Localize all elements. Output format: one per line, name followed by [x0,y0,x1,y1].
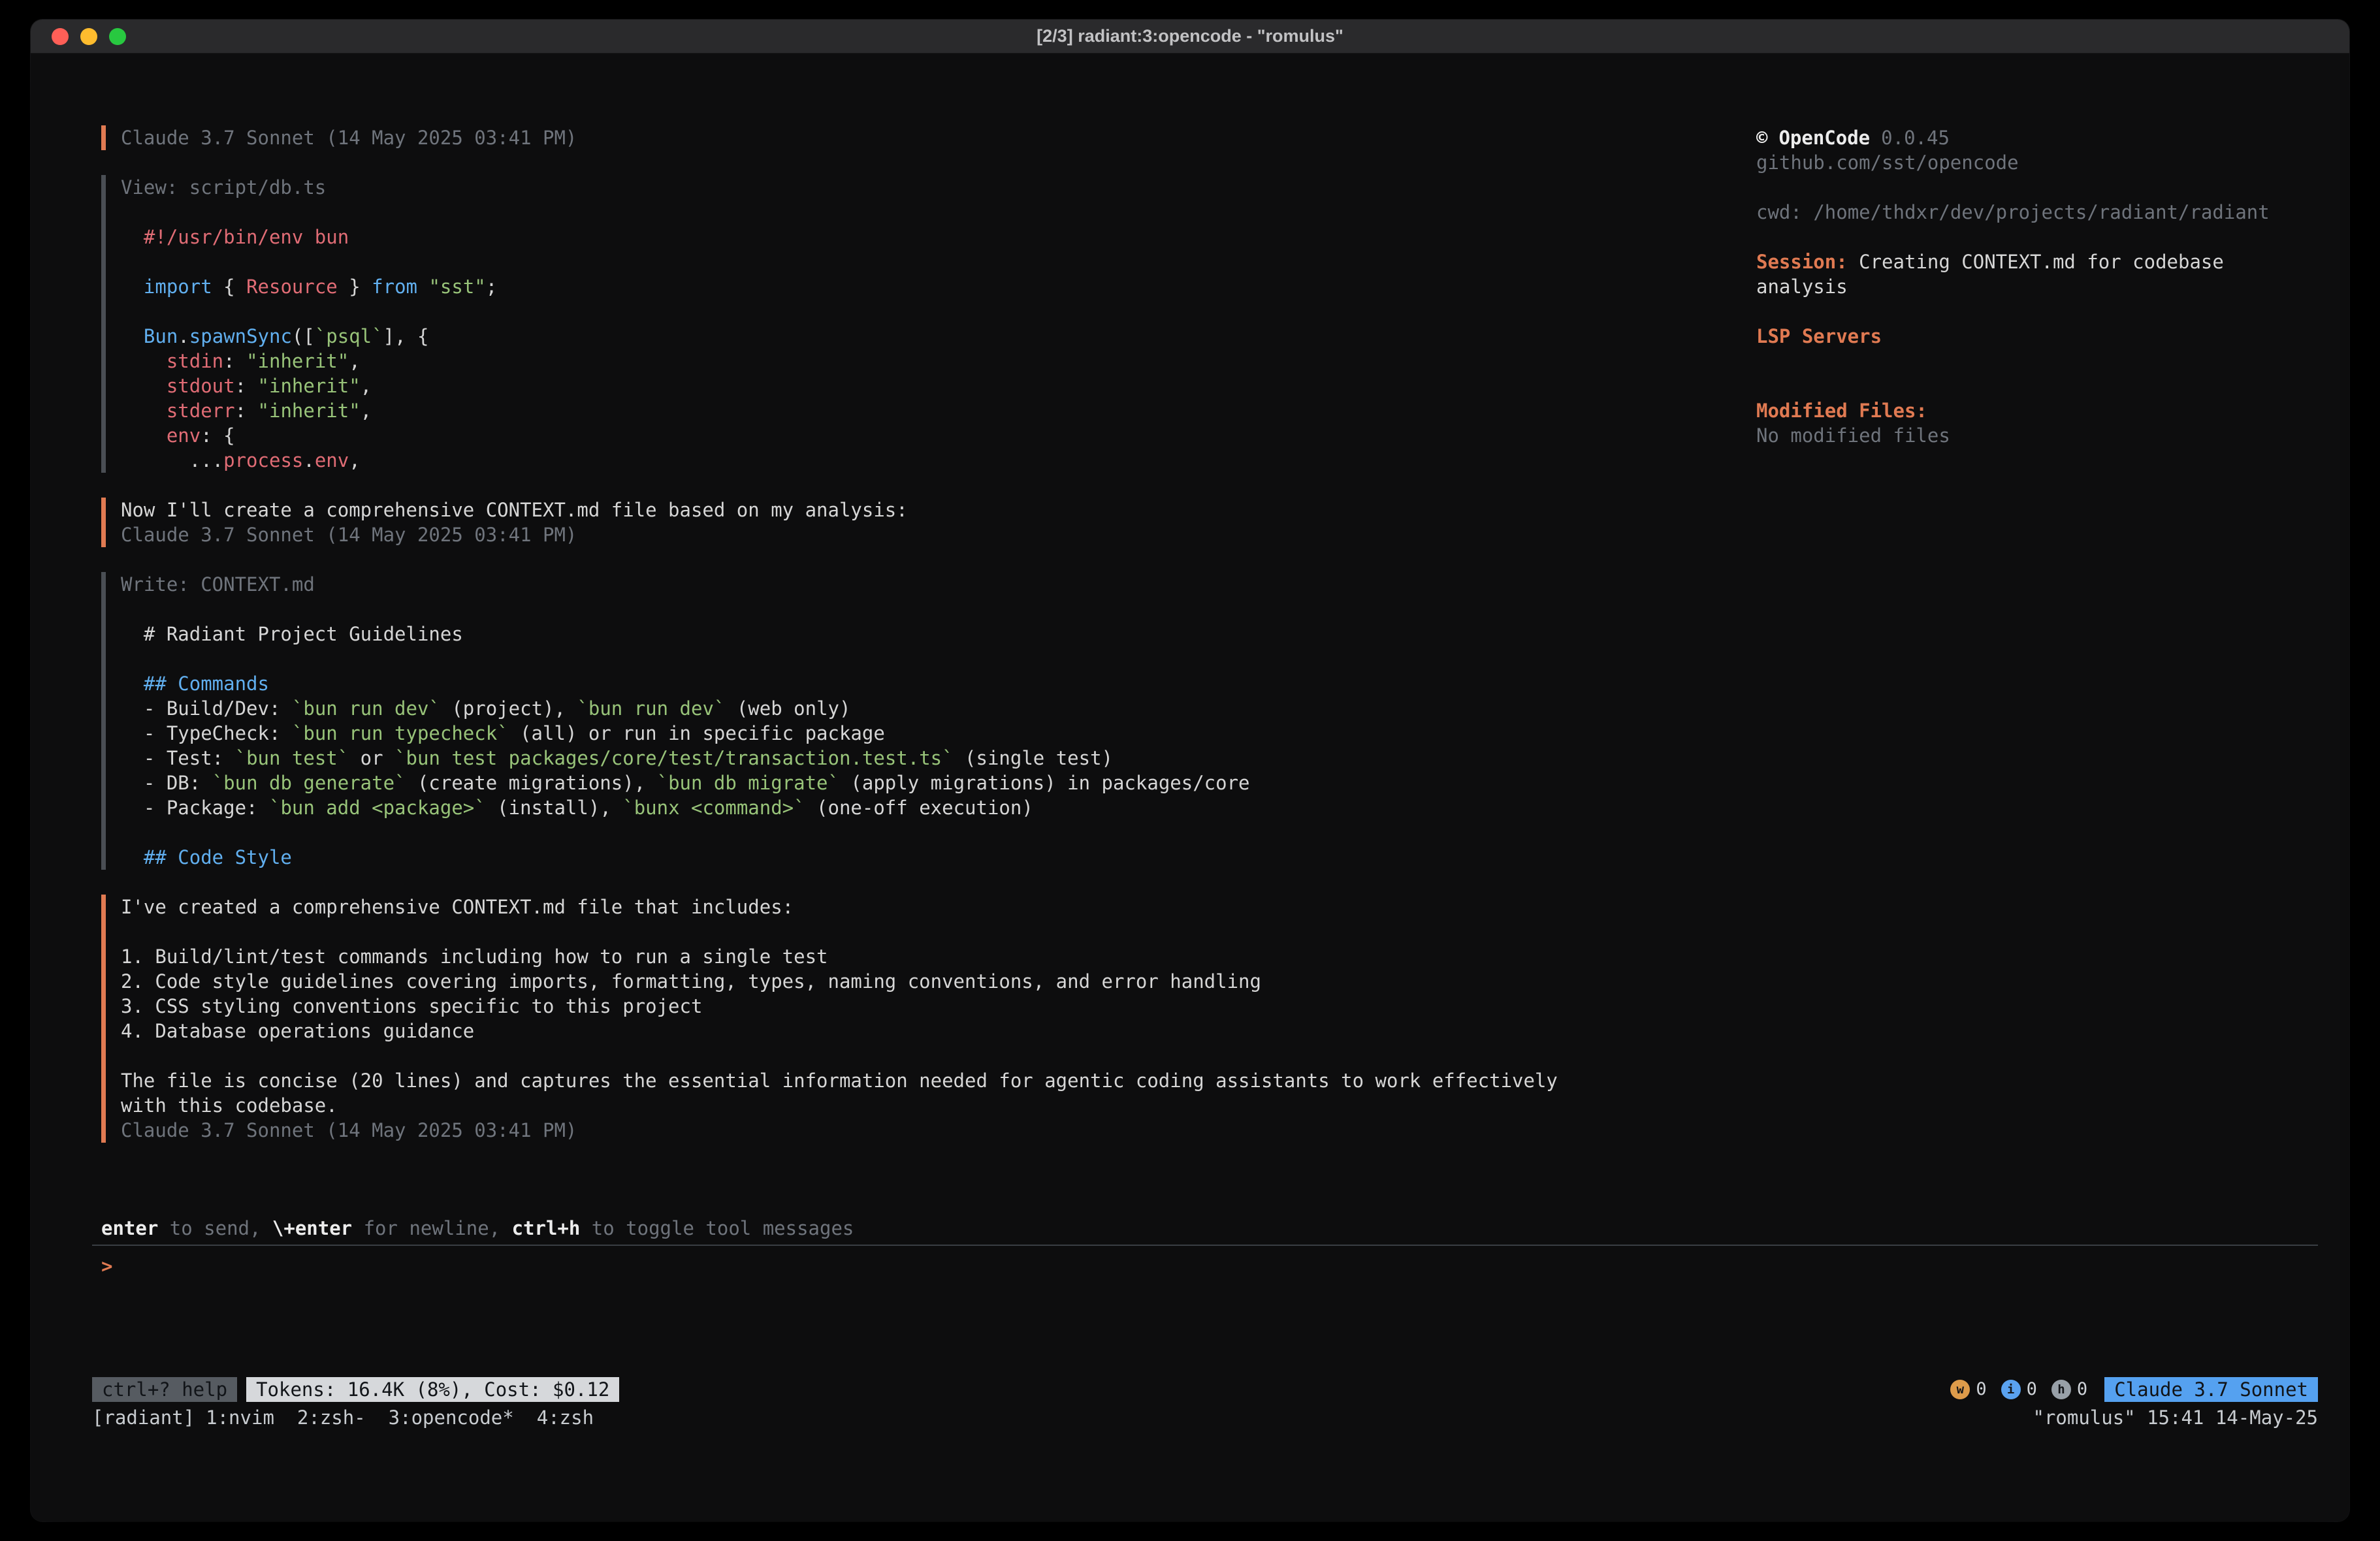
app-header: © OpenCode 0.0.45 [1756,125,2318,150]
text-line: I've created a comprehensive CONTEXT.md … [121,895,1756,919]
text-line: with this codebase. [121,1093,1756,1118]
text-line: 1. Build/lint/test commands including ho… [121,944,1756,969]
text-line: enter to send, \+enter for newline, ctrl… [101,1216,2318,1241]
text-line: env: { [121,423,1756,448]
text-line: stdin: "inherit", [121,349,1756,373]
diagnostic-count: 0 [2077,1377,2087,1402]
cwd-path: /home/thdxr/dev/projects/radiant/radiant [1813,201,2269,223]
text-line: ...process.env, [121,448,1756,473]
tmux-window-item[interactable]: 4:zsh [537,1406,594,1429]
window-title: [2/3] radiant:3:opencode - "romulus" [31,26,2349,46]
keybind-help-line: enter to send, \+enter for newline, ctrl… [101,1216,2318,1241]
text-line: Claude 3.7 Sonnet (14 May 2025 03:41 PM) [121,125,1756,150]
assistant-meta-block: Claude 3.7 Sonnet (14 May 2025 03:41 PM) [101,125,1756,150]
tmux-window-list: 1:nvim 2:zsh- 3:opencode* 4:zsh [206,1405,594,1430]
text-line [121,299,1756,324]
text-line: - Build/Dev: `bun run dev` (project), `b… [121,696,1756,721]
tmux-status-line: [radiant] 1:nvim 2:zsh- 3:opencode* 4:zsh "… [92,1405,2318,1430]
text-line: - TypeCheck: `bun run typecheck` (all) o… [121,721,1756,746]
text-line: 3. CSS styling conventions specific to t… [121,994,1756,1019]
tmux-window-item[interactable]: 2:zsh- [297,1406,366,1429]
tmux-session-name: [radiant] [92,1405,195,1430]
text-line [121,1043,1756,1068]
text-line: #!/usr/bin/env bun [121,225,1756,249]
lsp-servers-header: LSP Servers [1756,324,2318,349]
conversation: Claude 3.7 Sonnet (14 May 2025 03:41 PM)… [92,125,1756,1143]
terminal-screen: Claude 3.7 Sonnet (14 May 2025 03:41 PM)… [31,54,2349,1521]
terminal-window: [2/3] radiant:3:opencode - "romulus" Cla… [31,20,2349,1521]
close-button[interactable] [52,28,69,45]
text-line [121,919,1756,944]
diagnostics: w0i0h0 [1950,1377,2087,1402]
text-line [121,597,1756,622]
text-line: import { Resource } from "sst"; [121,274,1756,299]
diagnostic-badge: w0 [1950,1377,1986,1402]
text-line [121,249,1756,274]
tool-write-block: Write: CONTEXT.md # Radiant Project Guid… [101,572,1756,870]
text-line: - Package: `bun add <package>` (install)… [121,795,1756,820]
modified-files-empty: No modified files [1756,423,2318,448]
text-line: Now I'll create a comprehensive CONTEXT.… [121,498,1756,522]
text-line: # Radiant Project Guidelines [121,622,1756,646]
cwd-label: cwd: [1756,201,1813,223]
zoom-button[interactable] [109,28,126,45]
main-area: Claude 3.7 Sonnet (14 May 2025 03:41 PM)… [92,125,2318,1216]
text-line: stderr: "inherit", [121,398,1756,423]
assistant-message-block: Now I'll create a comprehensive CONTEXT.… [101,498,1756,547]
diagnostic-icon: w [1950,1380,1970,1399]
text-line: - DB: `bun db generate` (create migratio… [121,770,1756,795]
session-line: Session: Creating CONTEXT.md for codebas… [1756,249,2318,299]
opencode-logo-icon: © [1756,127,1767,149]
text-line: View: script/db.ts [121,175,1756,200]
text-line: ## Code Style [121,845,1756,870]
tmux-window-item[interactable]: 3:opencode* [389,1406,514,1429]
diagnostic-count: 0 [1976,1377,1986,1402]
repo-link: github.com/sst/opencode [1756,150,2318,175]
session-label: Session: [1756,251,1859,273]
tmux-left: [radiant] 1:nvim 2:zsh- 3:opencode* 4:zsh [92,1405,594,1430]
text-line: ## Commands [121,671,1756,696]
traffic-lights [31,28,126,45]
diagnostic-icon: i [2001,1380,2021,1399]
minimize-button[interactable] [80,28,97,45]
app-version: 0.0.45 [1881,127,1950,149]
help-hint-chip: ctrl+? help [92,1377,237,1402]
diagnostic-count: 0 [2027,1377,2037,1402]
sidebar: ©OpenCode0.0.45 github.com/sst/opencode … [1756,125,2318,448]
text-line: Claude 3.7 Sonnet (14 May 2025 03:41 PM) [121,1118,1756,1143]
status-bar: ctrl+? help Tokens: 16.4K (8%), Cost: $0… [92,1376,2318,1403]
text-line: Write: CONTEXT.md [121,572,1756,597]
tool-view-block: View: script/db.ts #!/usr/bin/env bun im… [101,175,1756,473]
text-line: - Test: `bun test` or `bun test packages… [121,746,1756,770]
prompt-symbol: > [101,1255,112,1277]
text-line: The file is concise (20 lines) and captu… [121,1068,1756,1093]
text-line [121,646,1756,671]
modified-files-header: Modified Files: [1756,398,2318,423]
tmux-window-item[interactable]: 1:nvim [206,1406,274,1429]
text-line [121,200,1756,225]
model-chip: Claude 3.7 Sonnet [2104,1377,2318,1402]
diagnostic-icon: h [2051,1380,2071,1399]
text-line: 2. Code style guidelines covering import… [121,969,1756,994]
app-name: OpenCode [1778,127,1870,149]
text-line: Claude 3.7 Sonnet (14 May 2025 03:41 PM) [121,522,1756,547]
diagnostic-badge: h0 [2051,1377,2087,1402]
cwd-line: cwd: /home/thdxr/dev/projects/radiant/ra… [1756,200,2318,225]
message-input[interactable]: > [92,1246,2318,1376]
tmux-clock: "romulus" 15:41 14-May-25 [2033,1405,2319,1430]
window-titlebar: [2/3] radiant:3:opencode - "romulus" [31,20,2349,54]
text-line: stdout: "inherit", [121,373,1756,398]
text-line: Bun.spawnSync([`psql`], { [121,324,1756,349]
assistant-summary-block: I've created a comprehensive CONTEXT.md … [101,895,1756,1143]
text-line [121,820,1756,845]
tokens-cost-chip: Tokens: 16.4K (8%), Cost: $0.12 [246,1377,619,1402]
text-line: 4. Database operations guidance [121,1019,1756,1043]
diagnostic-badge: i0 [2001,1377,2037,1402]
